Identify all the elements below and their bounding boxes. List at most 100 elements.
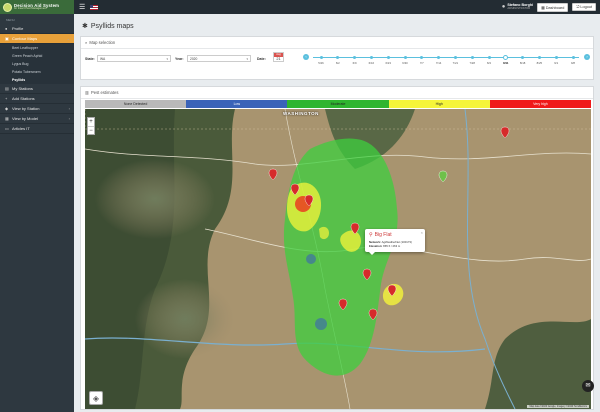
timeline-dot[interactable]: [353, 56, 357, 59]
sidebar-item-profile[interactable]: ● Profile: [0, 24, 74, 34]
user-info[interactable]: ● Stefano Borghi ADMINISTRATOR: [502, 3, 533, 11]
timeline-date-label[interactable]: 8/25: [537, 61, 542, 65]
map-view[interactable]: + − WASHINGTON × ⚲ Big Flat Network: AgWe…: [85, 109, 591, 409]
sidebar-subitem-lygus-bug[interactable]: Lygus Bug: [0, 60, 74, 68]
timeline-dot[interactable]: [554, 56, 558, 59]
pin-icon: ◆: [5, 106, 9, 111]
close-icon[interactable]: ×: [421, 230, 423, 235]
sidebar-item-articles[interactable]: ▭ Articles IT: [0, 124, 74, 134]
state-select[interactable]: WA ▾: [97, 55, 171, 62]
plus-icon: +: [5, 96, 8, 101]
sidebar-subitem-psyllids[interactable]: Psyllids: [0, 76, 74, 84]
caret-down-icon: ▾: [246, 56, 248, 61]
popup-station-name: Big Flat: [374, 232, 392, 238]
sidebar-subitem-beet-leafhopper[interactable]: Beet Leafhopper: [0, 44, 74, 52]
elevation-label: Elevation:: [369, 243, 383, 248]
timeline-date-label[interactable]: 8/4: [487, 61, 491, 65]
timeline-date-label[interactable]: 7/21: [453, 61, 458, 65]
map-attribution: Map data ©2020 Google, Imagery ©2020 Ter…: [527, 405, 589, 408]
user-role: ADMINISTRATOR: [507, 6, 531, 11]
timeline-prev-button[interactable]: ‹: [303, 54, 309, 60]
timeline-dot[interactable]: [487, 56, 491, 59]
chat-icon[interactable]: ✉: [582, 380, 594, 392]
timeline-date-label[interactable]: 8/11: [503, 61, 508, 65]
timeline-date-label[interactable]: 6/23: [385, 61, 390, 65]
timeline-dot[interactable]: [336, 56, 340, 59]
zoom-control: + −: [87, 117, 95, 135]
date-calendar[interactable]: Aug 21: [273, 52, 284, 62]
timeline-date-label[interactable]: 7/7: [420, 61, 424, 65]
timeline-dot[interactable]: [319, 56, 323, 59]
sidebar-item-my-stations[interactable]: ▤ My Stations: [0, 84, 74, 94]
year-select[interactable]: 2020 ▾: [187, 55, 251, 62]
timeline-date-label[interactable]: 7/28: [469, 61, 474, 65]
map-pin-icon: ⚲: [369, 232, 373, 238]
sidebar-item-label: View by Station: [12, 106, 40, 111]
timeline-dot[interactable]: [537, 56, 541, 59]
sidebar-item-view-by-station[interactable]: ◆ View by Station ›: [0, 104, 74, 114]
zoom-in-button[interactable]: +: [88, 118, 94, 126]
logout-button[interactable]: ⎋ Logout: [572, 3, 596, 11]
dashboard-button[interactable]: ▦ Dashboard: [537, 2, 569, 12]
timeline-dot[interactable]: [403, 56, 407, 59]
timeline-date-label[interactable]: 6/30: [402, 61, 407, 65]
timeline-dot[interactable]: [437, 56, 441, 59]
search-icon: ⌕: [85, 40, 88, 45]
timeline-dot[interactable]: [369, 56, 373, 59]
state-label: State:: [85, 57, 95, 61]
chevron-down-icon: ⌄: [66, 36, 70, 41]
timeline-date-label[interactable]: 6/16: [369, 61, 374, 65]
timeline-next-button[interactable]: ›: [584, 54, 590, 60]
timeline-date-label[interactable]: 8/18: [520, 61, 525, 65]
timeline-date-label[interactable]: 7/14: [436, 61, 441, 65]
page-title: ✱ Psyllids maps: [82, 22, 134, 31]
timeline-date-label[interactable]: 6/9: [353, 61, 357, 65]
hamburger-menu-icon[interactable]: ☰: [79, 3, 85, 11]
top-bar: Decision Aid System for Insect Pest Mana…: [0, 0, 600, 14]
us-flag-icon[interactable]: [90, 4, 99, 10]
map-selection-header: ⌕ Map selection: [81, 37, 593, 49]
sidebar-item-add-stations[interactable]: + Add Stations: [0, 94, 74, 104]
layers-icon[interactable]: ◈: [89, 391, 103, 405]
elevation-value: 865 ft / 263 m: [383, 243, 401, 248]
bug-icon: ✱: [82, 23, 88, 30]
popup-tip: [369, 251, 375, 255]
app-logo[interactable]: Decision Aid System for Insect Pest Mana…: [0, 0, 74, 14]
doc-icon: ▭: [5, 126, 9, 131]
sidebar-item-contour-maps[interactable]: ▣ Contour Maps ⌄: [0, 34, 74, 44]
timeline-dot[interactable]: [521, 56, 525, 59]
timeline-dot[interactable]: [470, 56, 474, 59]
sidebar-subitem-label: Potato Tuberworm: [12, 70, 41, 74]
sidebar-subitem-label: Psyllids: [12, 78, 26, 82]
timeline-date-label[interactable]: 5/26: [318, 61, 323, 65]
map-icon: ▣: [5, 36, 9, 41]
timeline-date-label[interactable]: 6/2: [336, 61, 340, 65]
popup-title: ⚲ Big Flat: [369, 232, 421, 238]
timeline-date-label[interactable]: 9/8: [571, 61, 575, 65]
zoom-out-button[interactable]: −: [88, 126, 94, 134]
popup-elevation-row: Elevation: 865 ft / 263 m: [369, 243, 421, 249]
legend-moderate: Moderate: [287, 100, 389, 108]
timeline-dot[interactable]: [571, 56, 575, 59]
sidebar-item-label: Articles IT: [12, 126, 30, 131]
sidebar-item-label: View by Model: [12, 116, 38, 121]
caret-down-icon: ▾: [166, 56, 168, 61]
station-icon: ▤: [5, 86, 9, 91]
pest-estimates-panel: ▥ Pest estimates None Detected Low Modera…: [80, 86, 594, 410]
timeline-dot[interactable]: [386, 56, 390, 59]
main-content: ✱ Psyllids maps ⌕ Map selection State: WA…: [74, 14, 600, 412]
timeline-date-label[interactable]: 9/1: [554, 61, 558, 65]
timeline-selected-knob[interactable]: [503, 55, 509, 60]
risk-legend: None Detected Low Moderate High Very hig…: [85, 100, 592, 108]
sidebar-item-label: My Stations: [12, 86, 33, 91]
legend-very-high: Very high: [489, 100, 592, 108]
sidebar-item-label: Add Stations: [12, 96, 35, 101]
sidebar-item-view-by-model[interactable]: ▦ View by Model ›: [0, 114, 74, 124]
sidebar-subitem-green-peach-aphid[interactable]: Green Peach Aphid: [0, 52, 74, 60]
timeline-dot[interactable]: [453, 56, 457, 59]
map-layer: [85, 109, 591, 409]
timeline-dot[interactable]: [420, 56, 424, 59]
menu-header: MENU: [6, 18, 15, 22]
sidebar-subitem-potato-tuberworm[interactable]: Potato Tuberworm: [0, 68, 74, 76]
logout-label: Logout: [580, 5, 592, 9]
